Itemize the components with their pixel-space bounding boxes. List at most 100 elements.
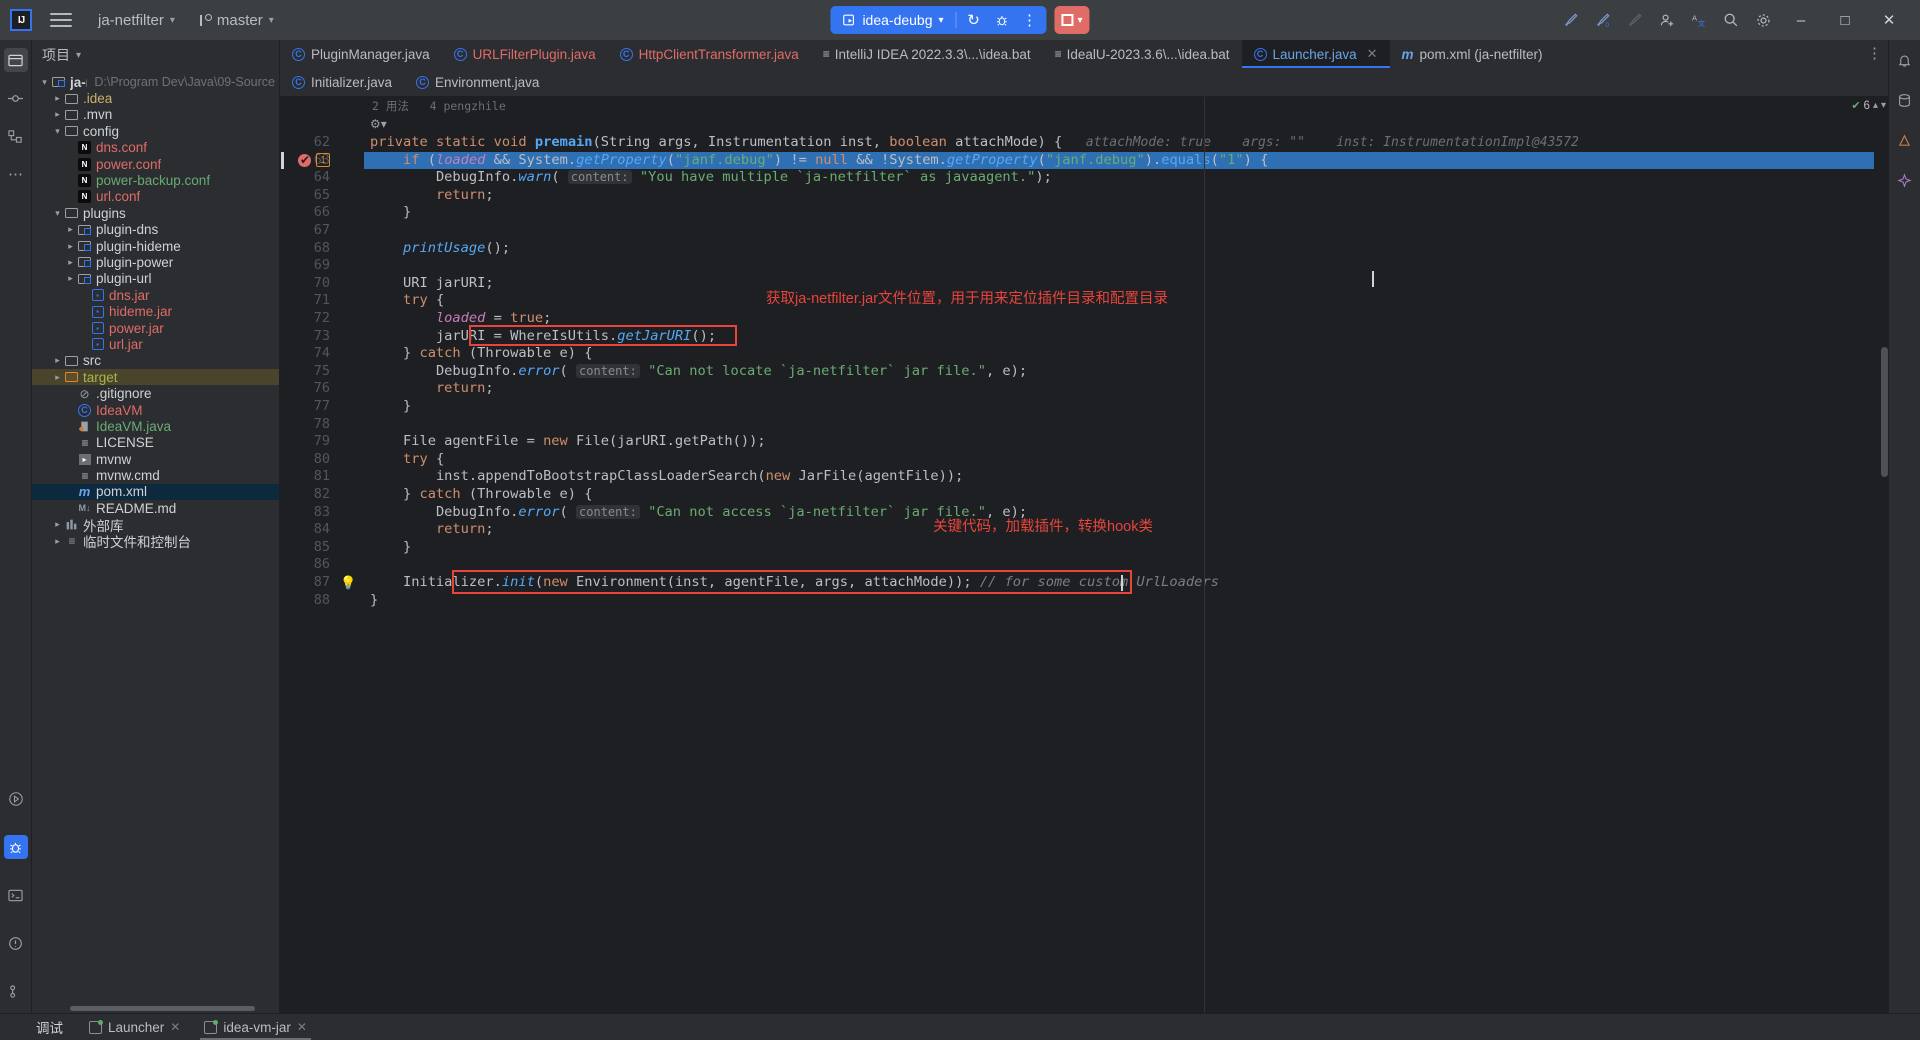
tree-item-ideavm[interactable]: C IdeaVM (32, 402, 279, 418)
chevron-right-icon[interactable]: ▸ (51, 536, 64, 547)
editor-tab-pom-xml-ja-netfilter-[interactable]: m pom.xml (ja-netfilter) (1390, 40, 1555, 68)
code-line-66[interactable]: } (364, 204, 1874, 222)
tree-item-target[interactable]: ▸ target (32, 369, 279, 386)
code-line-63[interactable]: if (loaded && System.getProperty("janf.d… (364, 151, 1874, 170)
project-horizontal-scrollbar[interactable] (32, 1005, 279, 1013)
code-line-79[interactable]: File agentFile = new File(jarURI.getPath… (364, 433, 1874, 451)
close-icon[interactable]: ✕ (170, 1020, 180, 1034)
tree-item-plugins[interactable]: ▾ plugins (32, 205, 279, 221)
tree-item-pom-xml[interactable]: m pom.xml (32, 483, 279, 501)
sidebar-item-structure[interactable] (4, 124, 28, 148)
chevron-right-icon[interactable]: ▸ (64, 273, 77, 284)
debug-session-tab-launcher[interactable]: Launcher ✕ (77, 1014, 192, 1040)
editor-tab-initializer-java[interactable]: C Initializer.java (280, 68, 404, 96)
chevron-right-icon[interactable]: ▸ (51, 109, 64, 120)
editor-tab-environment-java[interactable]: C Environment.java (404, 68, 551, 96)
sidebar-item-problems[interactable] (4, 931, 28, 955)
debug-session-tab-idea-vm-jar[interactable]: idea-vm-jar ✕ (192, 1014, 319, 1040)
tree-item-plugin-url[interactable]: ▸ plugin-url (32, 271, 279, 287)
maven-icon[interactable] (1893, 128, 1917, 152)
editor-tab-launcher-java[interactable]: C Launcher.java ✕ (1241, 40, 1390, 68)
code-line-69[interactable] (364, 257, 1874, 275)
debug-bug-icon[interactable] (989, 8, 1015, 32)
code-line-62[interactable]: private static void premain(String args,… (364, 134, 1874, 152)
ai-assistant-icon[interactable] (1893, 168, 1917, 192)
chevron-down-icon[interactable]: ▾ (51, 208, 64, 219)
tree-item-url-jar[interactable]: ▪ url.jar (32, 336, 279, 352)
inspection-status-widget[interactable]: ✔ 6 ▴ ▾ (1851, 99, 1886, 113)
tree-item--mvn[interactable]: ▸ .mvn (32, 107, 279, 123)
tree-item-ja-netfilter[interactable]: ▾ ja-netfilter D:\Program Dev\Java\09-Sour… (32, 74, 279, 90)
tree-item--idea[interactable]: ▸ .idea (32, 90, 279, 106)
tree-item-src[interactable]: ▸ src (32, 353, 279, 369)
tree-item-dns-conf[interactable]: Ndns.conf (32, 140, 279, 156)
close-icon[interactable]: ✕ (1367, 46, 1378, 62)
search-icon[interactable] (1716, 5, 1746, 35)
sidebar-item-more-tools[interactable]: ⋯ (4, 162, 28, 186)
maximize-button[interactable]: □ (1824, 0, 1866, 40)
tree-item-url-conf[interactable]: Nurl.conf (32, 189, 279, 205)
code-line-64[interactable]: DebugInfo.warn( content: "You have multi… (364, 169, 1874, 187)
close-icon[interactable]: ✕ (297, 1020, 307, 1034)
sidebar-item-run[interactable] (4, 787, 28, 811)
sidebar-item-commit[interactable] (4, 86, 28, 110)
tree-item-readme-md[interactable]: M↓ README.md (32, 500, 279, 516)
tree-item-config[interactable]: ▾ config (32, 123, 279, 139)
editor-inspection-strip[interactable] (1874, 97, 1888, 1013)
chevron-up-icon[interactable]: ▴ (1873, 100, 1878, 111)
main-menu-icon[interactable] (50, 9, 72, 31)
code-area[interactable]: 2 用法 4 pengzhile ⚙▾ private static void … (364, 97, 1874, 1013)
code-line-75[interactable]: DebugInfo.error( content: "Can not locat… (364, 363, 1874, 381)
editor-tab-urlfilterplugin-java[interactable]: C URLFilterPlugin.java (442, 40, 608, 68)
project-selector[interactable]: ja-netfilter ▾ (90, 8, 183, 33)
chevron-down-icon[interactable]: ▾ (51, 126, 64, 137)
branch-selector[interactable]: master ▾ (189, 8, 282, 33)
tree-item-license[interactable]: ≡ LICENSE (32, 435, 279, 451)
tree-item-power-backup-conf[interactable]: Npower-backup.conf (32, 172, 279, 188)
chevron-right-icon[interactable]: ▸ (51, 372, 64, 383)
code-line-85[interactable]: } (364, 539, 1874, 557)
tree-item-ideavm-java[interactable]: IdeaVM.java (32, 418, 279, 434)
translate-icon[interactable]: A文 (1684, 5, 1714, 35)
chevron-right-icon[interactable]: ▸ (64, 224, 77, 235)
gutter-hint-number[interactable]: 1 (316, 153, 330, 168)
chevron-right-icon[interactable]: ▸ (64, 241, 77, 252)
editor-tab-httpclienttransformer-java[interactable]: C HttpClientTransformer.java (608, 40, 811, 68)
tree-item-mvnw-cmd[interactable]: ≡ mvnw.cmd (32, 467, 279, 483)
project-tree[interactable]: ▾ ja-netfilter D:\Program Dev\Java\09-Sour… (32, 70, 279, 1005)
code-line-88[interactable]: } (364, 592, 1874, 610)
stop-button[interactable]: ▾ (1054, 6, 1090, 34)
more-vertical-icon[interactable]: ⋮ (1017, 8, 1043, 32)
tree-item-dns-jar[interactable]: ▪ dns.jar (32, 287, 279, 303)
close-button[interactable]: ✕ (1868, 0, 1910, 40)
chevron-right-icon[interactable]: ▸ (64, 257, 77, 268)
tree-item-plugin-dns[interactable]: ▸ plugin-dns (32, 222, 279, 238)
tree-item-hideme-jar[interactable]: ▪ hideme.jar (32, 303, 279, 319)
inspection-widget-icon[interactable]: ⚙▾ (370, 117, 387, 131)
editor-gutter[interactable]: 62 63 64 65 66 67 68 69 70 71 72 73 74 75 76 77 78 79 80 81… (280, 97, 364, 1013)
tree-item-plugin-power[interactable]: ▸ plugin-power (32, 254, 279, 270)
code-line-80[interactable]: try { (364, 451, 1874, 469)
tree-item-plugin-hideme[interactable]: ▸ plugin-hideme (32, 238, 279, 254)
chevron-right-icon[interactable]: ▸ (51, 519, 64, 530)
chevron-right-icon[interactable]: ▸ (51, 93, 64, 104)
tree-item--gitignore[interactable]: ⊘ .gitignore (32, 385, 279, 401)
sidebar-item-project[interactable] (3, 48, 28, 72)
database-icon[interactable] (1893, 88, 1917, 112)
editor-tab-intellij-idea-2022-3-3-idea-bat[interactable]: ≡ IntelliJ IDEA 2022.3.3\...\idea.bat (811, 40, 1043, 68)
code-line-77[interactable]: } (364, 398, 1874, 416)
minimize-button[interactable]: – (1780, 0, 1822, 40)
tree-item-power-jar[interactable]: ▪ power.jar (32, 320, 279, 336)
code-line-67[interactable] (364, 222, 1874, 240)
run-rocket-icon[interactable] (1556, 5, 1586, 35)
code-line-76[interactable]: return; (364, 380, 1874, 398)
sidebar-item-vcs[interactable] (4, 979, 28, 1003)
notifications-icon[interactable] (1893, 48, 1917, 72)
coverage-rocket-icon[interactable]: 0 (1588, 5, 1618, 35)
chevron-down-icon[interactable]: ▾ (1881, 100, 1886, 111)
code-line-78[interactable] (364, 416, 1874, 434)
add-user-icon[interactable] (1652, 5, 1682, 35)
tree-item--[interactable]: ▸ ≡ 临时文件和控制台 (32, 533, 279, 550)
tree-item-mvnw[interactable]: ▸ mvnw (32, 451, 279, 467)
sidebar-item-debug[interactable] (3, 835, 28, 859)
